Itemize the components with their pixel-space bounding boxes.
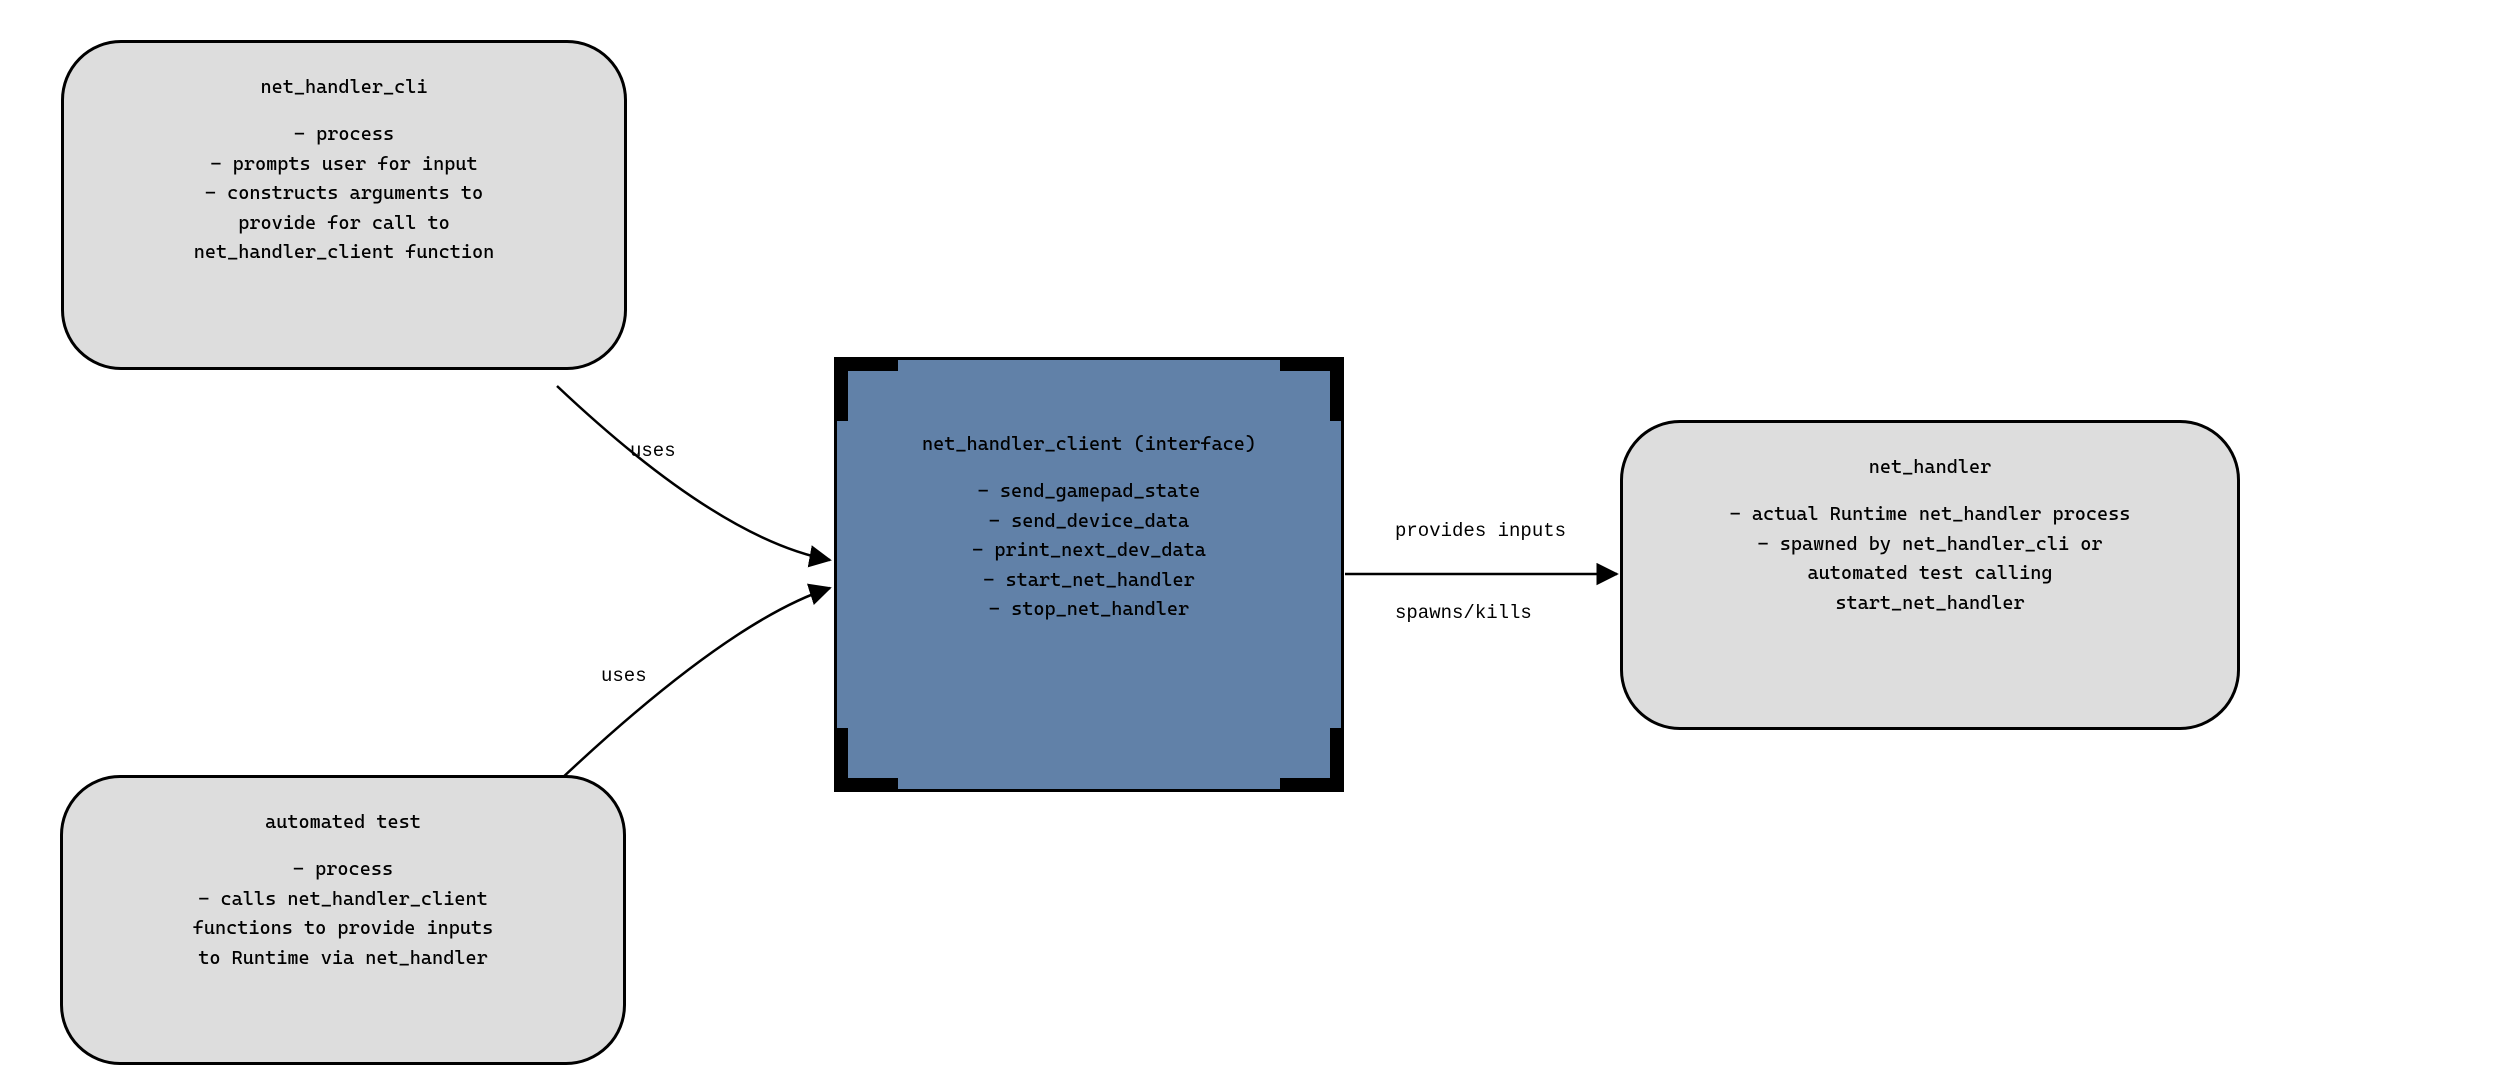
node-client-body: - send_gamepad_state - send_device_data … <box>972 477 1206 624</box>
node-net-handler: net_handler - actual Runtime net_handler… <box>1620 420 2240 730</box>
diagram-canvas: net_handler_cli - process - prompts user… <box>0 0 2502 1061</box>
edge-label-cli-uses: uses <box>630 440 676 462</box>
edge-label-provides-inputs: provides inputs <box>1395 520 1566 542</box>
bracket-icon <box>834 357 898 421</box>
node-net-handler-cli: net_handler_cli - process - prompts user… <box>61 40 627 370</box>
node-handler-title: net_handler <box>1869 453 1991 482</box>
node-handler-body: - actual Runtime net_handler process - s… <box>1730 500 2131 618</box>
edge-cli-to-client <box>557 386 830 560</box>
node-net-handler-client: net_handler_client (interface) - send_ga… <box>834 357 1344 792</box>
node-cli-title: net_handler_cli <box>261 73 428 102</box>
node-automated-test: automated test - process - calls net_han… <box>60 775 626 1065</box>
node-cli-body: - process - prompts user for input - con… <box>194 120 495 267</box>
node-test-body: - process - calls net_handler_client fun… <box>193 855 494 973</box>
edge-label-test-uses: uses <box>601 665 647 687</box>
edge-label-spawns-kills: spawns/kills <box>1395 602 1532 624</box>
bracket-icon <box>834 728 898 792</box>
node-client-title: net_handler_client (interface) <box>922 430 1256 459</box>
bracket-icon <box>1280 728 1344 792</box>
bracket-icon <box>1280 357 1344 421</box>
node-test-title: automated test <box>265 808 421 837</box>
